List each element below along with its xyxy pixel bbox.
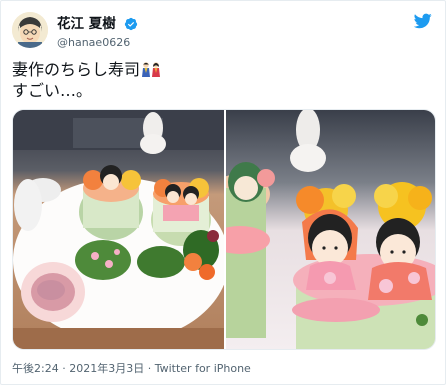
tweet-card: 花江 夏樹 @hanae0626 妻作のちらし寿司 すごい…。 午後2:24 ·… xyxy=(0,0,446,385)
photo-right[interactable] xyxy=(226,110,435,349)
avatar[interactable] xyxy=(12,12,48,48)
photo-left[interactable] xyxy=(13,110,224,349)
tweet-text-line-2: すごい…。 xyxy=(12,81,93,100)
separator-dot: · xyxy=(147,362,152,375)
tweet-text-line-1: 妻作のちらし寿司 xyxy=(12,60,141,79)
hina-dolls-emoji xyxy=(142,62,161,77)
user-names: 花江 夏樹 @hanae0626 xyxy=(57,13,138,50)
media-grid xyxy=(12,109,436,350)
tweet-source[interactable]: Twitter for iPhone xyxy=(155,362,251,376)
tweet-time[interactable]: 午後2:24 xyxy=(12,362,59,376)
tweet-date[interactable]: 2021年3月3日 xyxy=(69,362,144,376)
user-handle[interactable]: @hanae0626 xyxy=(57,36,138,50)
separator-dot: · xyxy=(62,362,66,375)
verified-badge-icon xyxy=(124,17,137,30)
twitter-bird-icon[interactable] xyxy=(414,13,432,29)
tweet-footer: 午後2:24 · 2021年3月3日 · Twitter for iPhone xyxy=(12,362,251,376)
tweet-text: 妻作のちらし寿司 すごい…。 xyxy=(12,59,432,101)
display-name[interactable]: 花江 夏樹 xyxy=(57,16,116,32)
